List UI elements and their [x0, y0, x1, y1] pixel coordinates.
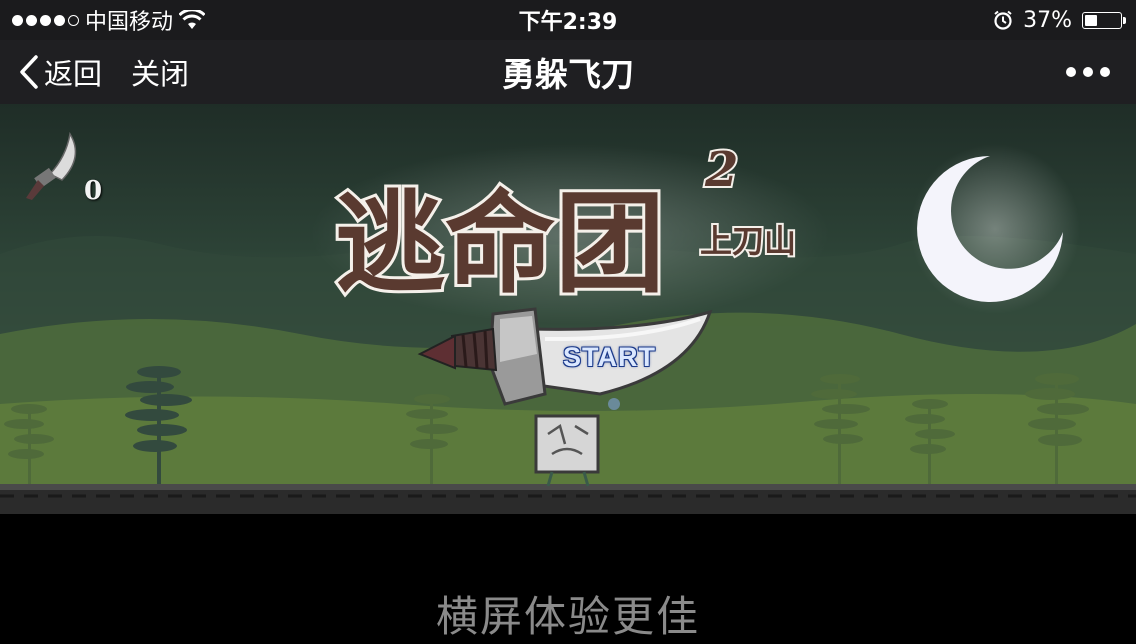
logo-number: 2: [704, 142, 738, 198]
wifi-icon: [179, 10, 206, 29]
status-time: 下午2:39: [518, 10, 618, 35]
signal-dots-icon: [12, 14, 79, 26]
game-canvas[interactable]: 逃命团 2 上刀山 0 START: [0, 104, 1136, 514]
more-dots-icon[interactable]: [1066, 40, 1110, 104]
knife-counter-icon: [26, 131, 77, 200]
logo-title: 逃命团: [335, 179, 665, 308]
orientation-hint: 横屏体验更佳: [435, 592, 700, 641]
page-title: 勇躲飞刀: [502, 55, 634, 94]
battery-percent: 37%: [1023, 7, 1072, 33]
battery-level: [1085, 14, 1098, 26]
start-button[interactable]: START: [563, 342, 656, 373]
navigation-bar: 返回 关闭 勇躲飞刀: [0, 40, 1136, 104]
moon: [910, 144, 1080, 314]
carrier-label: 中国移动: [85, 10, 174, 35]
status-bar: 中国移动 下午2:39 37%: [0, 0, 1136, 40]
close-label: 关闭: [131, 57, 190, 91]
status-right: 37%: [993, 0, 1126, 40]
logo-subtitle: 上刀山: [700, 222, 796, 260]
back-button[interactable]: 返回: [18, 40, 102, 104]
close-button[interactable]: 关闭: [131, 40, 189, 104]
chevron-left-icon: [20, 55, 38, 89]
back-label: 返回: [44, 57, 103, 91]
battery-icon: [1082, 11, 1126, 29]
alarm-icon: [994, 10, 1012, 30]
game-scene: 逃命团 2 上刀山: [0, 131, 1136, 514]
knife-count: 0: [84, 176, 103, 206]
status-left: 中国移动: [12, 0, 206, 40]
